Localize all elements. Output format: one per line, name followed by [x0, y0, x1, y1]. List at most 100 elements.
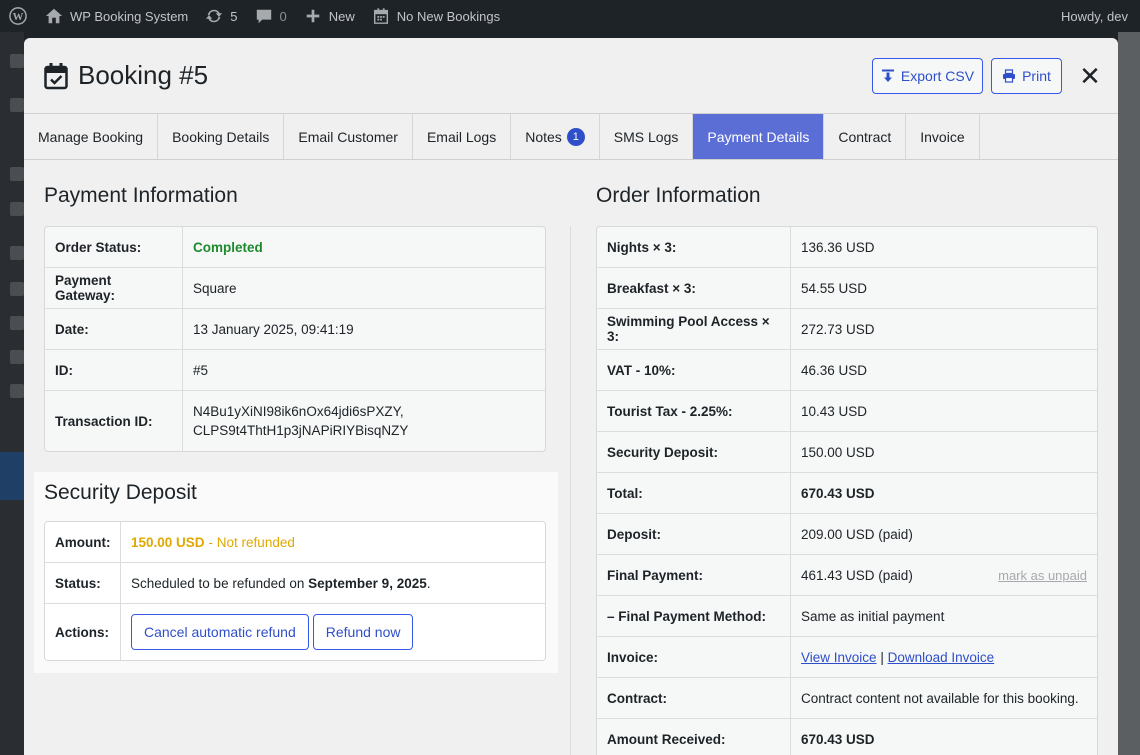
home-icon [44, 6, 64, 26]
comment-icon [254, 6, 274, 26]
wordpress-icon: W [8, 6, 28, 26]
row-value: Contract content not available for this … [801, 690, 1079, 706]
row-label: Final Payment: [597, 555, 791, 595]
row-label: Date: [45, 309, 183, 349]
export-csv-button[interactable]: Export CSV [872, 58, 983, 94]
tab-contract[interactable]: Contract [824, 114, 907, 159]
table-row: Payment Gateway: Square [45, 268, 545, 309]
bookings-link[interactable]: No New Bookings [363, 0, 508, 32]
row-value: 46.36 USD [801, 362, 868, 378]
page-background [1118, 32, 1140, 755]
site-name-link[interactable]: WP Booking System [36, 0, 196, 32]
tab-label: Payment Details [707, 128, 810, 145]
table-row: Order Status: Completed [45, 227, 545, 268]
wordpress-logo[interactable]: W [0, 0, 36, 32]
view-invoice-link[interactable]: View Invoice [801, 650, 877, 665]
table-row: Actions: Cancel automatic refund Refund … [45, 604, 545, 660]
table-row: Tourist Tax - 2.25%: 10.43 USD [597, 391, 1097, 432]
payment-info-title: Payment Information [44, 184, 238, 207]
modal-title: Booking #5 [44, 60, 208, 91]
row-label: Swimming Pool Access × 3: [597, 309, 791, 349]
row-value: 272.73 USD [801, 321, 875, 337]
security-deposit-title: Security Deposit [44, 481, 197, 504]
download-invoice-link[interactable]: Download Invoice [888, 650, 995, 665]
tab-label: Contract [838, 128, 892, 145]
deposit-status-end: . [426, 575, 431, 591]
row-label: Deposit: [597, 514, 791, 554]
deposit-amount-value: 150.00 USD [131, 534, 205, 550]
close-icon[interactable]: ✕ [1078, 61, 1102, 91]
row-value: Same as initial payment [801, 608, 945, 624]
deposit-refund-note: - Not refunded [208, 534, 295, 550]
table-row: Final Payment: 461.43 USD (paid) mark as… [597, 555, 1097, 596]
tab-label: Booking Details [172, 128, 270, 145]
row-label: Security Deposit: [597, 432, 791, 472]
row-label: – Final Payment Method: [597, 596, 791, 636]
link-separator: | [880, 649, 884, 665]
tab-manage-booking[interactable]: Manage Booking [24, 114, 159, 159]
tab-payment-details[interactable]: Payment Details [693, 114, 825, 159]
tab-notes[interactable]: Notes 1 [511, 114, 600, 159]
row-label: Order Status: [45, 227, 183, 267]
tab-email-customer[interactable]: Email Customer [284, 114, 413, 159]
row-label: Actions: [45, 604, 121, 660]
greeting: Howdy, dev [1061, 8, 1128, 24]
new-content-link[interactable]: New [295, 0, 363, 32]
transaction-id-value: N4Bu1yXiNI98ik6nOx64jdi6sPXZY, CLPS9t4Th… [183, 391, 545, 451]
table-row: Invoice: View Invoice | Download Invoice [597, 637, 1097, 678]
deposit-actions: Cancel automatic refund Refund now [121, 604, 545, 660]
tab-label: Invoice [920, 128, 965, 145]
tab-sms-logs[interactable]: SMS Logs [600, 114, 694, 159]
bookings-label: No New Bookings [396, 8, 501, 24]
refund-now-button[interactable]: Refund now [312, 614, 414, 650]
tab-booking-details[interactable]: Booking Details [158, 114, 285, 159]
table-row: ID: #5 [45, 350, 545, 391]
account-menu[interactable]: Howdy, dev [1053, 0, 1140, 32]
booking-tabs: Manage Booking Booking Details Email Cus… [24, 114, 1118, 160]
payment-gateway-value: Square [193, 280, 237, 296]
table-row: Security Deposit: 150.00 USD [597, 432, 1097, 473]
order-status-value: Completed [193, 239, 263, 255]
table-row: Status: Scheduled to be refunded on Sept… [45, 563, 545, 604]
payment-date-value: 13 January 2025, 09:41:19 [193, 321, 354, 337]
site-name: WP Booking System [70, 8, 189, 24]
row-value: 10.43 USD [801, 403, 868, 419]
print-button[interactable]: Print [991, 58, 1062, 94]
deposit-status-text: Scheduled to be refunded on [131, 575, 305, 591]
row-value: 54.55 USD [801, 280, 868, 296]
tab-label: Email Customer [298, 128, 398, 145]
tab-label: Email Logs [426, 128, 497, 145]
row-label: ID: [45, 350, 183, 390]
comments-count: 0 [279, 8, 287, 24]
tab-email-logs[interactable]: Email Logs [413, 114, 512, 159]
column-divider [570, 226, 571, 755]
new-label: New [328, 8, 355, 24]
plus-icon [303, 6, 323, 26]
security-deposit-table: Amount: 150.00 USD - Not refunded Status… [44, 521, 546, 661]
row-label: Nights × 3: [597, 227, 791, 267]
download-icon [881, 69, 894, 82]
table-row: Deposit: 209.00 USD (paid) [597, 514, 1097, 555]
row-label: Breakfast × 3: [597, 268, 791, 308]
row-value: 150.00 USD [801, 444, 875, 460]
updates-count: 5 [230, 8, 238, 24]
comments-link[interactable]: 0 [246, 0, 295, 32]
deposit-amount: 150.00 USD - Not refunded [121, 522, 545, 562]
row-label: Amount Received: [597, 719, 791, 755]
tab-label: Manage Booking [38, 128, 144, 145]
transaction-id-line: N4Bu1yXiNI98ik6nOx64jdi6sPXZY, [193, 404, 404, 419]
updates-link[interactable]: 5 [196, 0, 245, 32]
final-payment: 461.43 USD (paid) mark as unpaid [791, 555, 1097, 595]
mark-as-unpaid-link[interactable]: mark as unpaid [998, 568, 1087, 583]
row-label: Amount: [45, 522, 121, 562]
tab-invoice[interactable]: Invoice [906, 114, 980, 159]
cancel-automatic-refund-button[interactable]: Cancel automatic refund [131, 614, 309, 650]
calendar-check-icon [44, 62, 68, 90]
row-label: Total: [597, 473, 791, 513]
svg-text:W: W [13, 11, 24, 23]
table-row: Amount Received: 670.43 USD [597, 719, 1097, 755]
row-value: 461.43 USD (paid) [801, 567, 913, 583]
updates-icon [204, 6, 224, 26]
transaction-id-line: CLPS9t4ThtH1p3jNAPiRIYBisqNZY [193, 423, 409, 438]
print-label: Print [1022, 68, 1051, 84]
